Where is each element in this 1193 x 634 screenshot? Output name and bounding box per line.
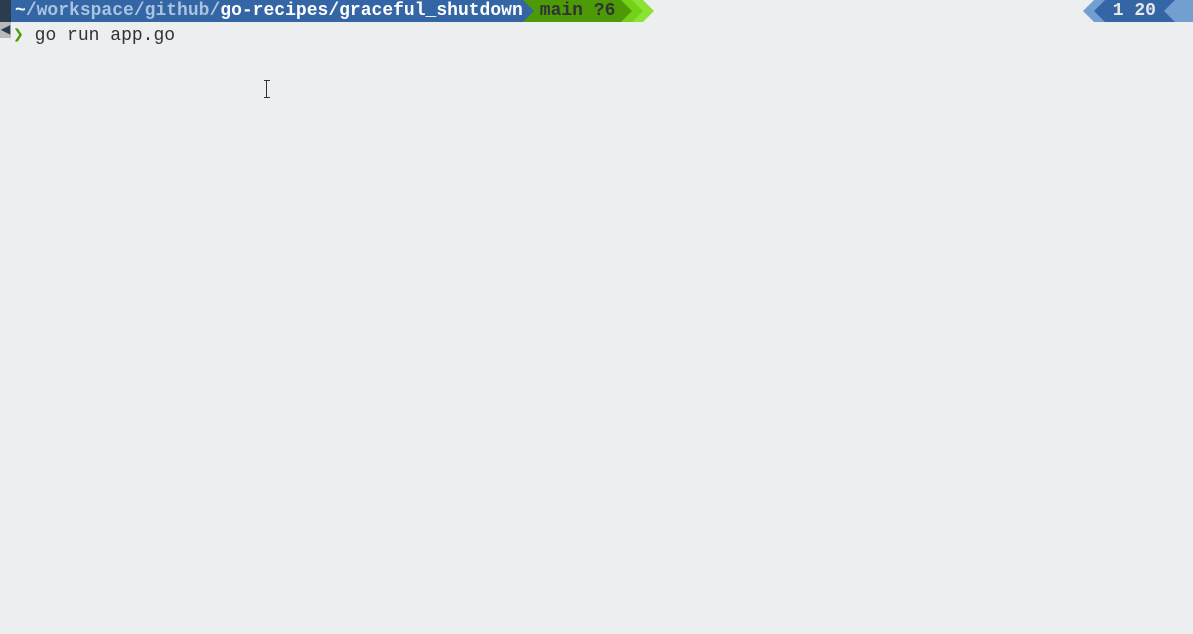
powerline-arrow-icon [632, 0, 643, 22]
path-sep: / [209, 1, 220, 21]
path-sep: / [134, 1, 145, 21]
powerline-arrow-icon [1094, 0, 1105, 22]
path-sep: / [328, 1, 339, 21]
terminal-pane[interactable]: ~/workspace/github/go-recipes/graceful_s… [11, 0, 1193, 634]
path-dir-workspace: workspace [37, 1, 134, 21]
prompt-symbol: ❯ [13, 26, 24, 46]
powerline-status-bar: ~/workspace/github/go-recipes/graceful_s… [11, 0, 1193, 22]
left-edge-arrow-icon: ◀ [0, 22, 11, 38]
path-dir-github: github [145, 1, 210, 21]
left-edge-top-block [0, 0, 11, 22]
path-dir-go-recipes: go-recipes [220, 1, 328, 21]
powerline-arrow-icon [1164, 0, 1175, 22]
powerline-arrow-icon [643, 0, 654, 22]
prompt-line[interactable]: ❯ go run app.go [11, 22, 1193, 48]
path-sep: / [26, 1, 37, 21]
powerline-arrow-icon [621, 0, 632, 22]
text-cursor-icon [266, 80, 267, 98]
right-end-block [1175, 0, 1193, 22]
status-spacer [654, 0, 1082, 22]
powerline-arrow-icon [1083, 0, 1094, 22]
path-tilde: ~ [15, 1, 26, 21]
path-segment: ~/workspace/github/go-recipes/graceful_s… [11, 0, 523, 22]
right-status-segment: 1 20 [1105, 0, 1164, 22]
command-input[interactable]: go run app.go [35, 26, 175, 46]
powerline-arrow-icon [523, 0, 534, 22]
left-edge-strip: ◀ [0, 0, 11, 634]
path-dir-graceful-shutdown: graceful_shutdown [339, 1, 523, 21]
git-branch-segment: main ?6 [534, 0, 622, 22]
